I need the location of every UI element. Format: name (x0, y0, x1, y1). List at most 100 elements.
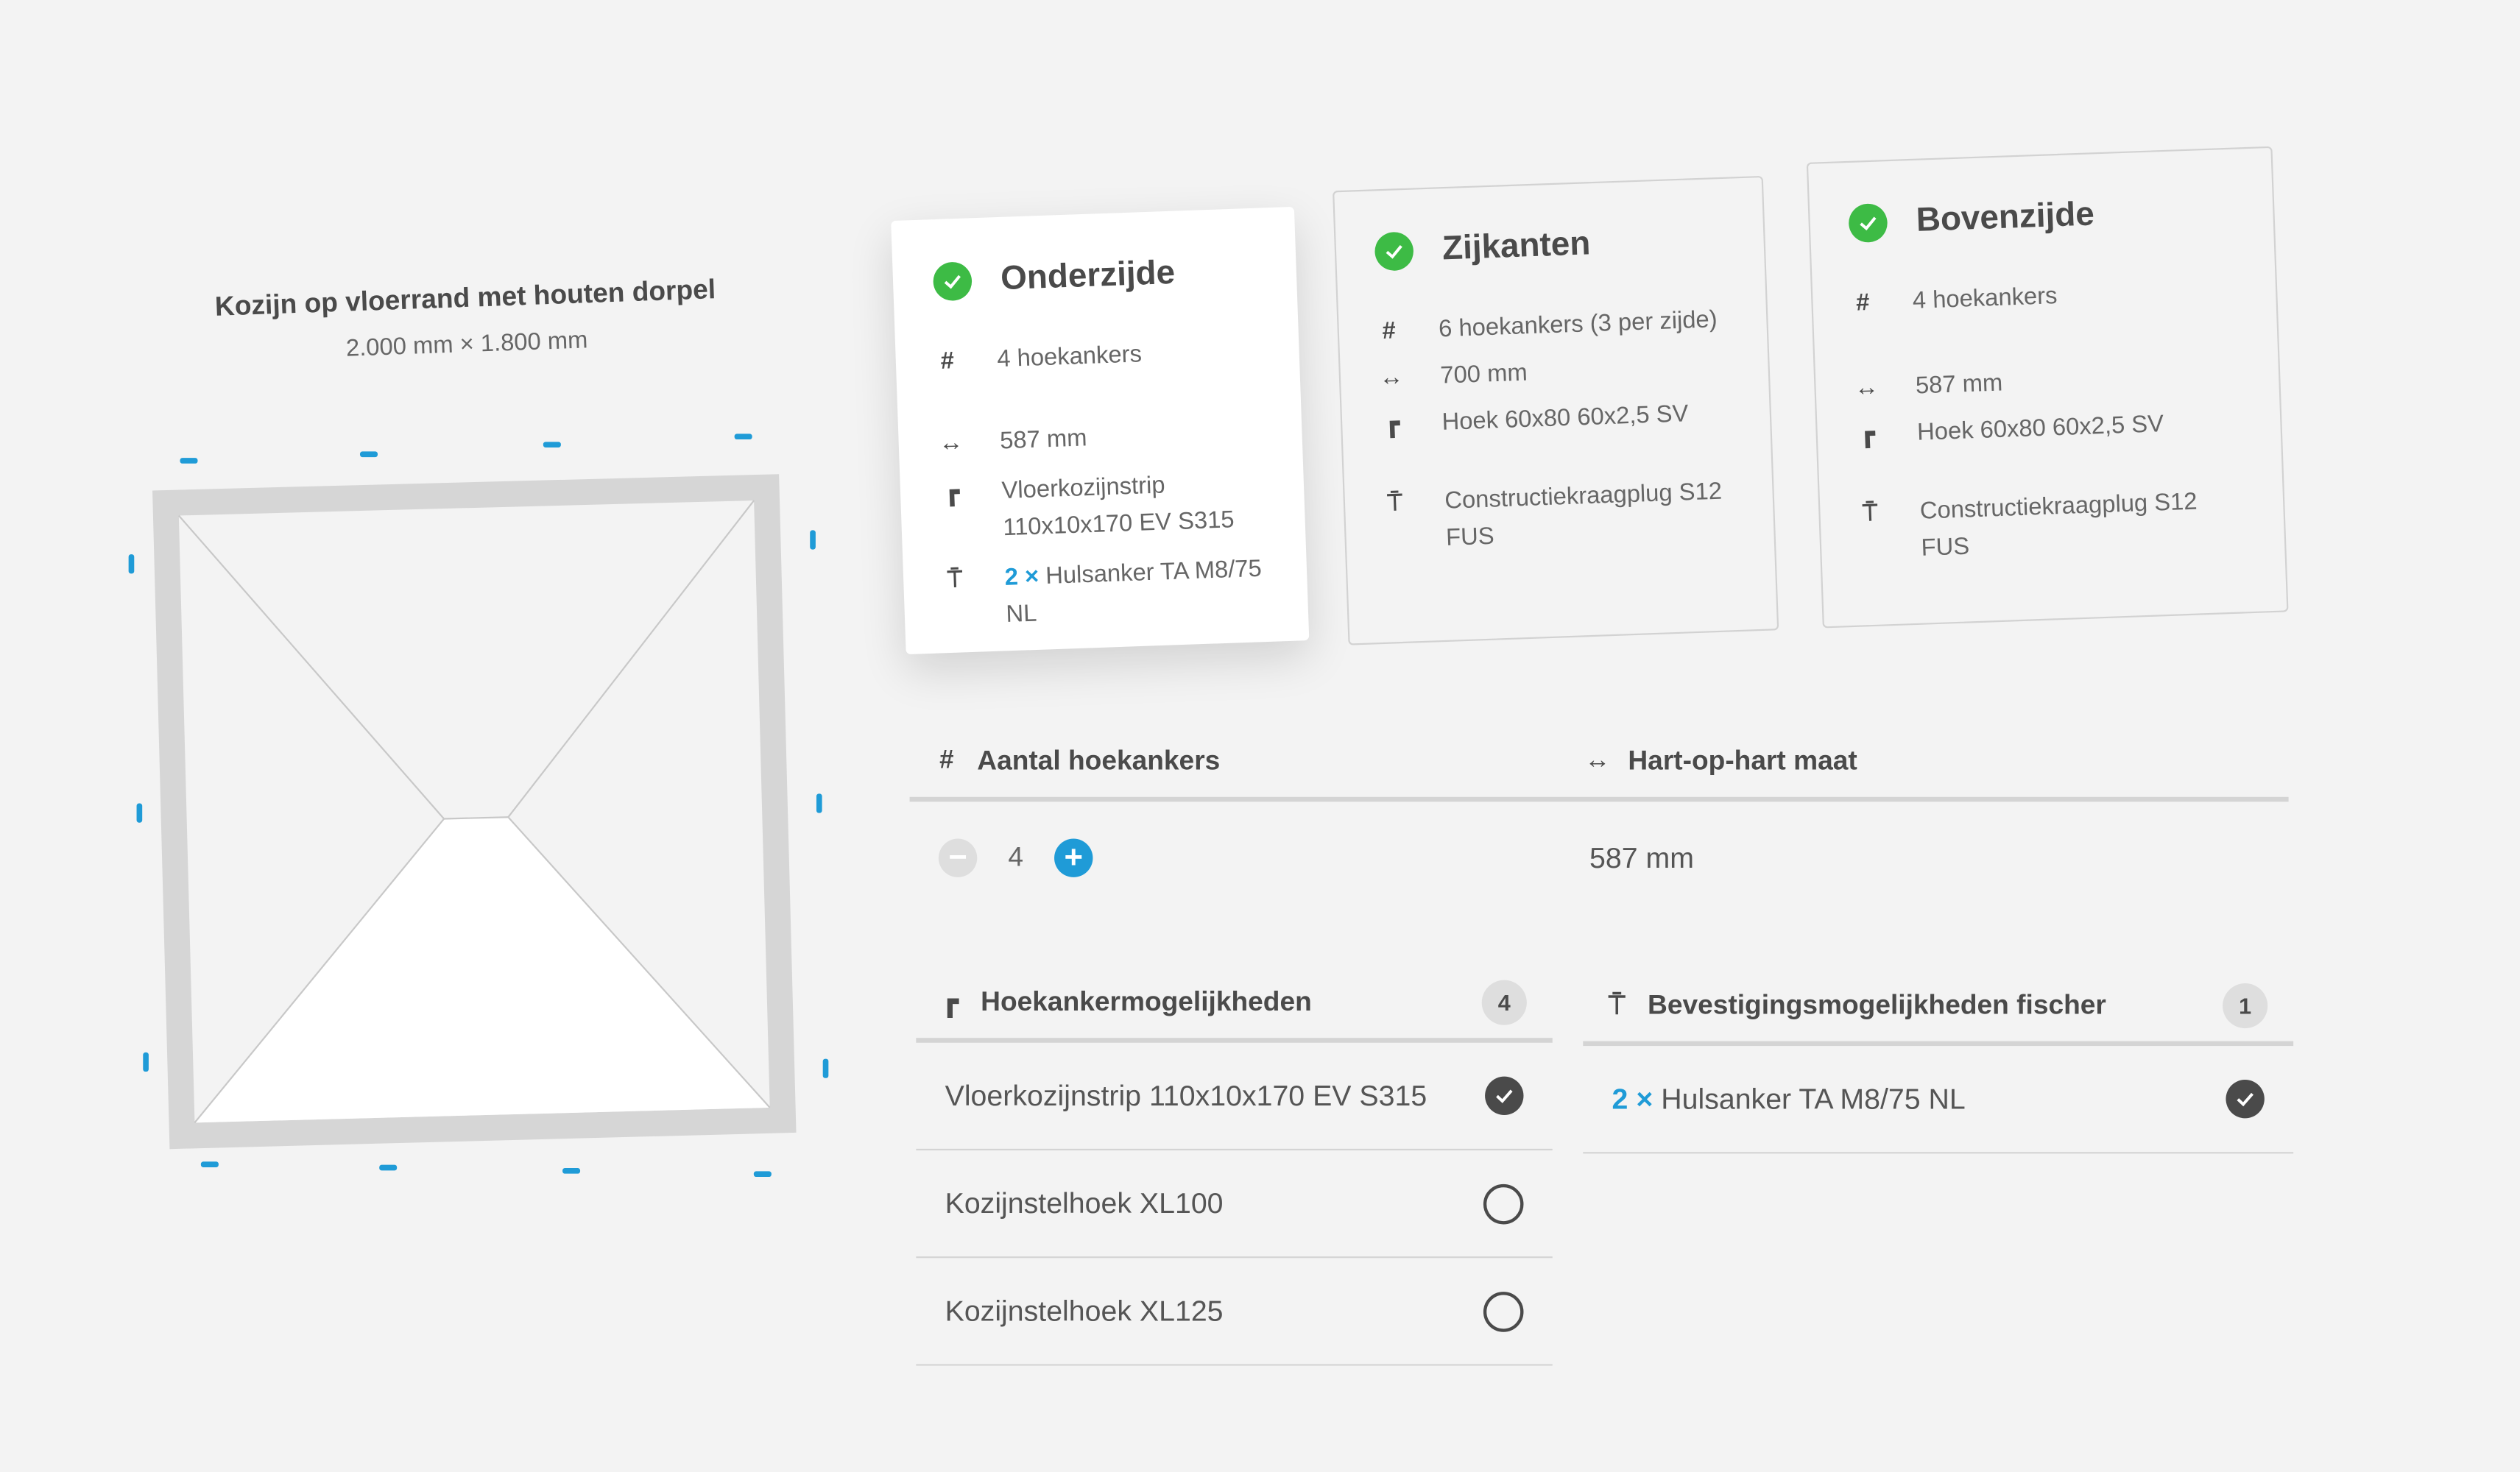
anchor-mark (810, 530, 816, 550)
card-distance: 587 mm (999, 424, 1088, 456)
list-item-label: Kozijnstelhoek XL100 (945, 1186, 1224, 1219)
anchor-mark (753, 1171, 772, 1178)
screw-icon: ⍑ (1862, 499, 1878, 528)
card-anchors: 4 hoekankers (1912, 282, 2058, 315)
angle-bracket-icon: ┏ (1860, 420, 1876, 449)
hash-icon: # (939, 347, 955, 375)
anchor-mark (128, 554, 135, 574)
increment-button[interactable]: + (1054, 838, 1093, 877)
check-icon (932, 261, 973, 302)
card-header: Zijkanten (1374, 221, 1726, 272)
settings-values: − 4 + 587 mm (910, 802, 2289, 914)
card-anchors: 4 hoekankers (996, 340, 1143, 373)
anchor-count-value: 4 (1008, 841, 1023, 873)
selected-check-icon[interactable] (1485, 1076, 1524, 1116)
count-badge: 1 (2223, 983, 2268, 1029)
card-title: Zijkanten (1441, 225, 1592, 268)
angle-bracket-icon: ┏ (1384, 410, 1400, 439)
angle-bracket-icon: ┏ (942, 986, 959, 1017)
list-item[interactable]: Kozijnstelhoek XL125 (916, 1258, 1553, 1366)
check-icon (1848, 202, 1888, 244)
double-arrow-icon: ↔ (938, 428, 964, 458)
card-distance-row: ↔ 700 mm (1379, 347, 1730, 397)
card-product: Hoek 60x80 60x2,5 SV (1441, 400, 1690, 436)
count-header: # Aantal hoekankers (910, 746, 1584, 778)
anchor-options-header: ┏ Hoekankermogelijkheden 4 (916, 967, 1553, 1043)
card-fastener: Hulsanker TA M8/75 NL (1005, 555, 1263, 629)
frame-diagram (128, 434, 829, 1178)
list-item-label: Vloerkozijnstrip 110x10x170 EV S315 (945, 1078, 1427, 1111)
fixing-options-header: ⍑ Bevestigingsmogelijkheden fischer 1 (1583, 971, 2294, 1047)
check-icon (1374, 231, 1414, 272)
angle-bracket-icon: ┏ (944, 478, 960, 507)
anchor-options-title: Hoekankermogelijkheden (981, 986, 1312, 1017)
card-anchors-row: # 4 hoekankers (1851, 272, 2237, 322)
anchor-mark (180, 458, 198, 464)
card-anchors-row: # 6 hoekankers (3 per zijde) (1377, 301, 1728, 350)
decrement-button[interactable]: − (938, 838, 978, 877)
card-distance-row: ↔ 587 mm (1854, 356, 2240, 406)
anchor-count-stepper: − 4 + (910, 838, 1589, 877)
radio-icon[interactable] (1483, 1291, 1524, 1331)
card-fastener-row: ⍑ Constructiekraagplug S12 FUS (1383, 473, 1736, 559)
anchor-mark (143, 1052, 149, 1072)
spacing-header: ↔ Hart-op-hart maat (1583, 746, 1857, 778)
list-item[interactable]: 2 × Hulsanker TA M8/75 NL (1583, 1046, 2294, 1154)
card-header: Bovenzijde (1848, 191, 2234, 244)
settings-header: # Aantal hoekankers ↔ Hart-op-hart maat (909, 726, 2289, 802)
fixing-options-title: Bevestigingsmogelijkheden fischer (1648, 989, 2106, 1021)
card-product-row: ┏ Hoek 60x80 60x2,5 SV (1380, 394, 1732, 443)
card-product: Hoek 60x80 60x2,5 SV (1916, 410, 2164, 447)
anchor-mark (200, 1161, 219, 1167)
list-item-label: Kozijnstelhoek XL125 (945, 1294, 1224, 1327)
card-distance-row: ↔ 587 mm (938, 414, 1262, 461)
count-badge: 4 (1481, 980, 1527, 1025)
frame-title: Kozijn op vloerrand met houten dorpel (214, 274, 716, 322)
card-anchors-row: # 4 hoekankers (936, 332, 1260, 380)
card-bovenzijde[interactable]: Bovenzijde # 4 hoekankers ↔ 587 mm ┏ Hoe… (1806, 146, 2289, 629)
anchor-mark (562, 1168, 581, 1174)
card-onderzijde[interactable]: Onderzijde # 4 hoekankers ↔ 587 mm ┏ Vlo… (891, 206, 1310, 655)
card-fastener: Constructiekraagplug S12 FUS (1919, 488, 2198, 562)
card-fastener: Constructiekraagplug S12 FUS (1444, 478, 1723, 552)
list-item-label: Hulsanker TA M8/75 NL (1661, 1082, 1966, 1114)
screw-icon: ⍑ (1609, 989, 1626, 1021)
hash-icon: # (1855, 289, 1871, 317)
list-item[interactable]: Vloerkozijnstrip 110x10x170 EV S315 (916, 1043, 1553, 1151)
card-zijkanten[interactable]: Zijkanten # 6 hoekankers (3 per zijde) ↔… (1333, 175, 1779, 645)
card-product-row: ┏ Vloerkozijnstrip 110x10x170 EV S315 (940, 464, 1266, 549)
card-distance: 700 mm (1439, 359, 1528, 390)
anchor-mark (136, 803, 143, 823)
card-title: Bovenzijde (1915, 196, 2095, 239)
anchor-options-list: ┏ Hoekankermogelijkheden 4 Vloerkozijnst… (916, 967, 1553, 1366)
anchor-mark (816, 793, 822, 813)
card-product: Vloerkozijnstrip 110x10x170 EV S315 (1000, 471, 1235, 542)
anchor-mark (359, 451, 378, 458)
anchor-mark (734, 434, 752, 440)
card-fastener-qty: 2 × (1004, 562, 1040, 592)
card-product-row: ┏ Hoek 60x80 60x2,5 SV (1855, 403, 2242, 453)
radio-icon[interactable] (1483, 1183, 1524, 1224)
card-fastener-row: ⍑ 2 × Hulsanker TA M8/75 NL (943, 551, 1268, 636)
spacing-value: 587 mm (1589, 841, 1694, 874)
card-header: Onderzijde (932, 252, 1257, 302)
spacing-label: Hart-op-hart maat (1628, 745, 1857, 776)
hash-icon: # (939, 747, 954, 775)
anchor-mark (543, 442, 561, 447)
list-item[interactable]: Kozijnstelhoek XL100 (916, 1150, 1553, 1259)
hash-icon: # (1381, 317, 1397, 345)
card-title: Onderzijde (1000, 254, 1176, 298)
selected-check-icon[interactable] (2226, 1079, 2265, 1119)
card-distance: 587 mm (1915, 369, 2003, 400)
double-arrow-icon: ↔ (1854, 373, 1880, 403)
fixing-qty: 2 × (1612, 1082, 1653, 1114)
double-arrow-icon: ↔ (1378, 364, 1404, 392)
anchor-settings: # Aantal hoekankers ↔ Hart-op-hart maat … (909, 726, 2289, 914)
anchor-mark (379, 1164, 398, 1171)
fixing-options-list: ⍑ Bevestigingsmogelijkheden fischer 1 2 … (1583, 971, 2294, 1154)
frame-header: Kozijn op vloerrand met houten dorpel 2.… (144, 272, 788, 369)
card-fastener-row: ⍑ Constructiekraagplug S12 FUS (1858, 481, 2246, 569)
card-anchors: 6 hoekankers (3 per zijde) (1438, 305, 1718, 344)
double-arrow-icon: ↔ (1584, 747, 1611, 775)
anchor-mark (822, 1058, 829, 1078)
